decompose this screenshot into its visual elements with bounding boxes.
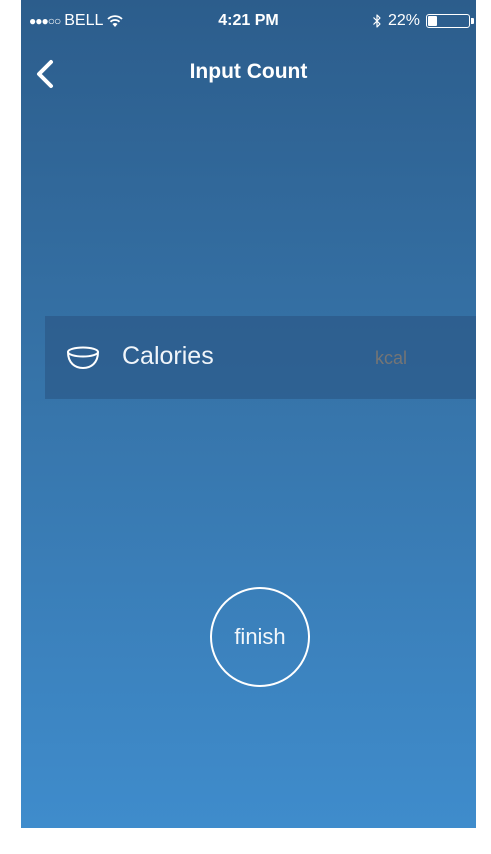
calories-label: Calories <box>122 342 214 370</box>
battery-level <box>428 16 438 26</box>
battery-icon <box>426 14 474 28</box>
finish-button[interactable]: finish <box>210 587 310 687</box>
app-screen: ●●●○○ BELL 4:21 PM 22% Input Count Calor… <box>21 0 476 828</box>
battery-percent: 22% <box>387 12 420 29</box>
bowl-icon <box>67 346 99 370</box>
battery-status: 22% <box>372 12 474 30</box>
finish-label: finish <box>234 624 286 649</box>
navigation-bar: Input Count <box>21 48 476 98</box>
calories-input[interactable] <box>375 348 435 369</box>
page-title: Input Count <box>189 60 308 83</box>
bluetooth-icon <box>373 14 381 28</box>
battery-tip <box>471 18 474 24</box>
status-bar: ●●●○○ BELL 4:21 PM 22% <box>21 0 476 40</box>
calorie-input-row[interactable]: Calories <box>45 316 476 399</box>
